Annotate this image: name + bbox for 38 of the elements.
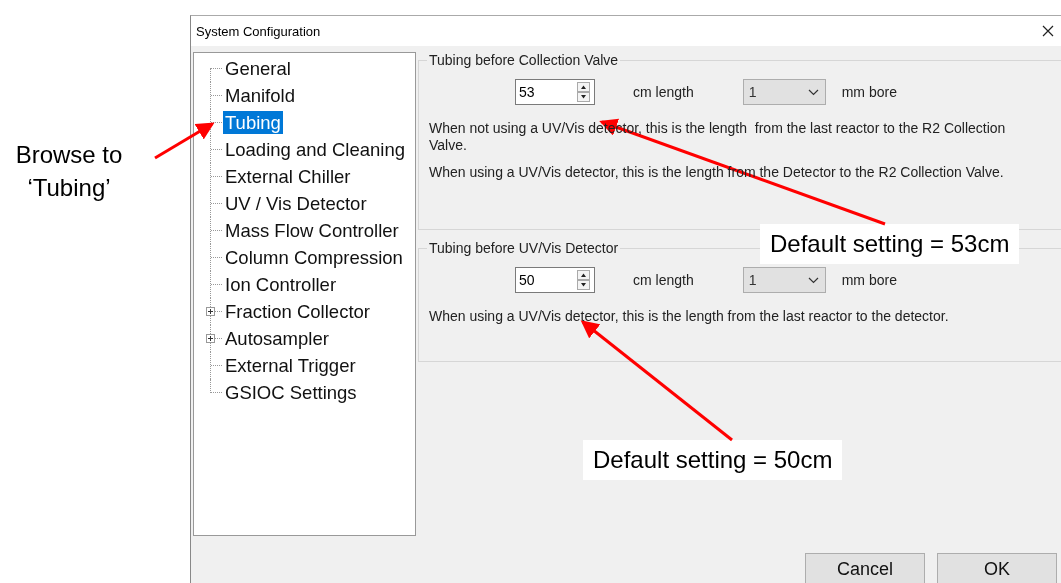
expand-icon[interactable] <box>206 334 215 343</box>
annotation-text: Browse to ‘Tubing’ <box>14 140 124 203</box>
length-spinbox[interactable]: 50 <box>515 267 595 293</box>
tree-item[interactable]: Loading and Cleaning <box>223 138 407 161</box>
ok-button[interactable]: OK <box>937 553 1057 583</box>
window-title: System Configuration <box>196 23 321 39</box>
tree-item[interactable]: Manifold <box>223 84 297 107</box>
tree-item[interactable]: Ion Controller <box>223 273 339 296</box>
unit-label: cm length <box>633 272 694 288</box>
bore-dropdown[interactable]: 1 <box>742 267 826 293</box>
tree-item[interactable]: Tubing <box>223 111 283 134</box>
group-title: Tubing before UV/Vis Detector <box>428 240 620 256</box>
annotation-text: Default setting = 53cm <box>760 224 1020 264</box>
expand-icon[interactable] <box>206 307 215 316</box>
chevron-down-icon <box>807 88 819 96</box>
tree-item[interactable]: Autosampler <box>223 327 331 350</box>
spin-arrows-icon[interactable] <box>577 270 590 290</box>
tree-item[interactable]: UV / Vis Detector <box>223 192 369 215</box>
bore-dropdown[interactable]: 1 <box>742 79 826 105</box>
arrow <box>154 122 215 160</box>
tree-item[interactable]: Fraction Collector <box>223 300 372 323</box>
cancel-button[interactable]: Cancel <box>805 553 925 583</box>
unit-label: mm bore <box>841 84 897 100</box>
close-icon[interactable] <box>1042 25 1054 37</box>
tree-item[interactable]: General <box>223 57 293 80</box>
annotation-text: Default setting = 50cm <box>583 440 843 480</box>
chevron-down-icon <box>807 276 819 284</box>
tree-item[interactable]: Column Compression <box>223 246 405 269</box>
tree-item[interactable]: Mass Flow Controller <box>223 219 401 242</box>
length-spinbox[interactable]: 53 <box>515 79 595 105</box>
group-title: Tubing before Collection Valve <box>428 52 620 68</box>
tree-item[interactable]: External Chiller <box>223 165 353 188</box>
tree-item[interactable]: External Trigger <box>223 354 358 377</box>
description-text: When using a UV/Vis detector, this is the length from the last reactor to the detector. <box>429 308 950 325</box>
unit-label: mm bore <box>841 272 897 288</box>
spin-arrows-icon[interactable] <box>577 82 590 102</box>
tree-item[interactable]: GSIOC Settings <box>223 381 359 404</box>
unit-label: cm length <box>633 84 694 100</box>
